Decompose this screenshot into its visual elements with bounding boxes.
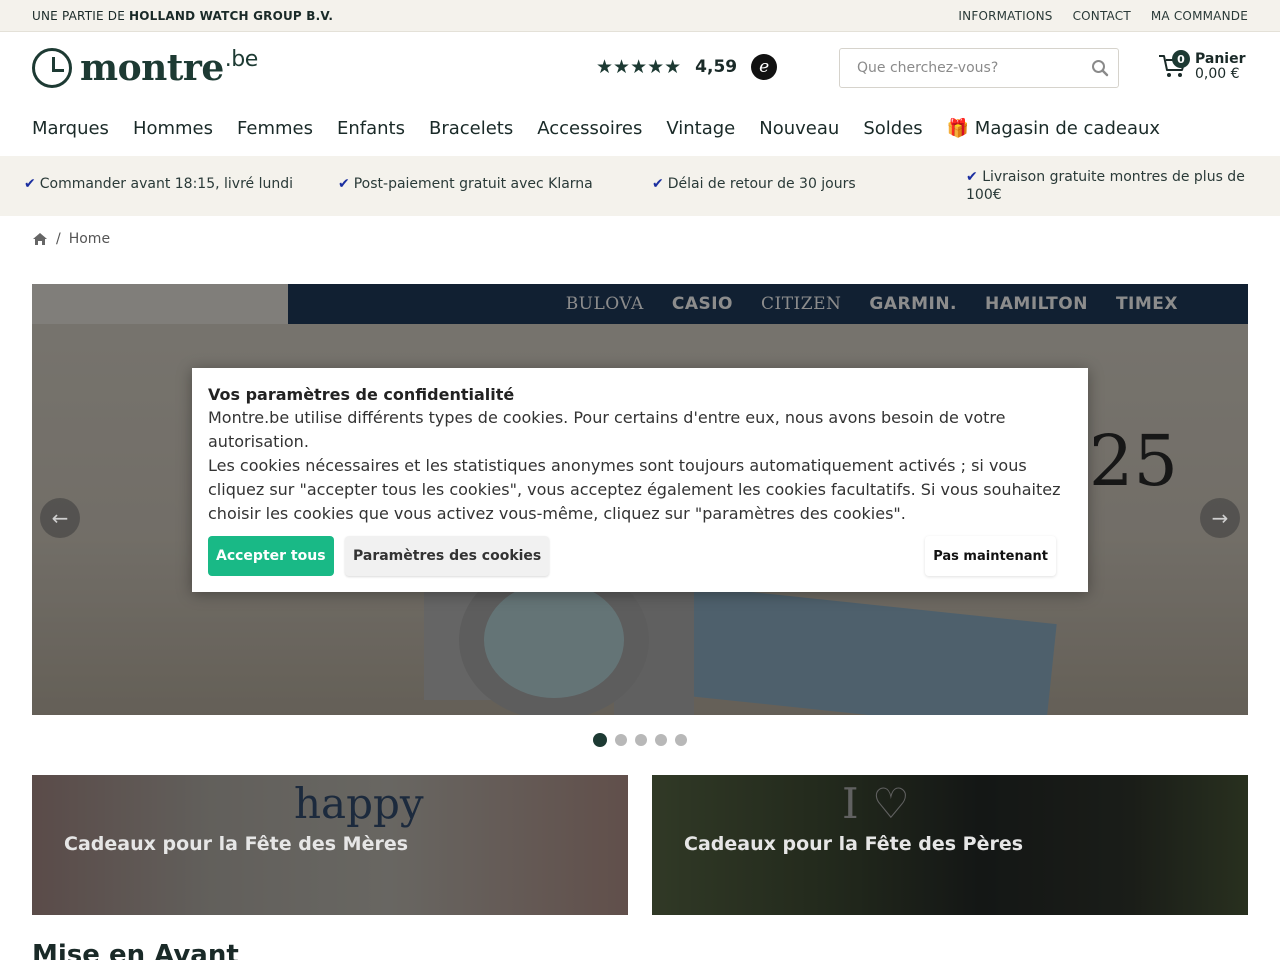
check-icon: ✔ xyxy=(966,169,978,185)
search-input[interactable] xyxy=(840,49,1080,87)
cookie-actions: Accepter tous Paramètres des cookies Pas… xyxy=(208,536,1072,576)
cart-button[interactable]: 0 Panier 0,00 € xyxy=(1158,50,1258,86)
not-now-button[interactable]: Pas maintenant xyxy=(925,536,1056,576)
search-box xyxy=(839,48,1119,88)
main-nav: Marques Hommes Femmes Enfants Bracelets … xyxy=(32,118,1160,139)
logo-suffix: .be xyxy=(224,47,259,72)
cookie-consent-dialog: Vos paramètres de confidentialité Montre… xyxy=(192,368,1088,592)
nav-item-new[interactable]: Nouveau xyxy=(759,118,839,139)
top-strip: UNE PARTIE DE HOLLAND WATCH GROUP B.V. I… xyxy=(0,0,1280,32)
group-notice: UNE PARTIE DE HOLLAND WATCH GROUP B.V. xyxy=(32,9,333,23)
breadcrumb: / Home xyxy=(32,231,110,247)
carousel-prev-button[interactable]: ← xyxy=(40,498,80,538)
cart-label: Panier xyxy=(1195,51,1246,67)
check-icon: ✔ xyxy=(652,176,664,192)
search-icon[interactable] xyxy=(1091,59,1109,77)
nav-item-men[interactable]: Hommes xyxy=(133,118,213,139)
breadcrumb-current: Home xyxy=(68,231,111,247)
top-link-contact[interactable]: CONTACT xyxy=(1073,9,1131,23)
carousel-dot[interactable] xyxy=(615,734,627,746)
rating-stars-icon: ★★★★★ xyxy=(596,56,682,78)
rating-value: 4,59 xyxy=(695,57,738,77)
usp-text: Livraison gratuite montres de plus de 10… xyxy=(966,169,1245,203)
check-icon: ✔ xyxy=(338,176,350,192)
usp-item: ✔ Post-paiement gratuit avec Klarna xyxy=(338,176,593,192)
promo-tile-fathers-day[interactable]: I ♡ Cadeaux pour la Fête des Pères xyxy=(652,775,1248,915)
carousel-dot[interactable] xyxy=(675,734,687,746)
usp-text: Post-paiement gratuit avec Klarna xyxy=(353,176,593,192)
carousel-dot[interactable] xyxy=(635,734,647,746)
accept-all-button[interactable]: Accepter tous xyxy=(208,536,334,576)
top-links: INFORMATIONS CONTACT MA COMMANDE xyxy=(958,9,1248,23)
cart-count-badge: 0 xyxy=(1172,50,1190,68)
usp-bar: ✔ Commander avant 18:15, livré lundi ✔ Pos… xyxy=(0,156,1280,216)
cookie-paragraph: Montre.be utilise différents types de co… xyxy=(208,408,1006,451)
logo-text: montre xyxy=(80,47,224,89)
cookie-title: Vos paramètres de confidentialité xyxy=(208,385,515,404)
promo-tile-label: Cadeaux pour la Fête des Pères xyxy=(684,833,1024,855)
nav-item-accessories[interactable]: Accessoires xyxy=(537,118,642,139)
usp-text: Commander avant 18:15, livré lundi xyxy=(39,176,293,192)
carousel-dot[interactable] xyxy=(593,733,607,747)
carousel-next-button[interactable]: → xyxy=(1200,498,1240,538)
nav-item-kids[interactable]: Enfants xyxy=(337,118,405,139)
usp-item: ✔ Livraison gratuite montres de plus de … xyxy=(966,168,1256,204)
usp-text: Délai de retour de 30 jours xyxy=(667,176,856,192)
trusted-shops-badge-icon: e xyxy=(751,54,778,80)
home-icon[interactable] xyxy=(32,232,48,246)
top-link-my-order[interactable]: MA COMMANDE xyxy=(1151,9,1248,23)
watch-logo-icon xyxy=(32,48,72,88)
group-prefix: UNE PARTIE DE xyxy=(32,9,130,23)
usp-item: ✔ Commander avant 18:15, livré lundi xyxy=(24,176,293,192)
breadcrumb-separator: / xyxy=(56,231,61,247)
nav-item-women[interactable]: Femmes xyxy=(237,118,313,139)
promo-tile-label: Cadeaux pour la Fête des Mères xyxy=(64,833,409,855)
nav-item-gift-shop[interactable]: 🎁 Magasin de cadeaux xyxy=(947,118,1160,139)
top-link-informations[interactable]: INFORMATIONS xyxy=(958,9,1052,23)
carousel-dots xyxy=(593,733,687,747)
check-icon: ✔ xyxy=(24,176,36,192)
section-title: Mise en Avant xyxy=(32,940,239,960)
cookie-paragraph: Les cookies nécessaires et les statistiq… xyxy=(208,456,1061,523)
nav-item-brands[interactable]: Marques xyxy=(32,118,109,139)
site-logo[interactable]: montre.be xyxy=(32,46,258,90)
carousel-dot[interactable] xyxy=(655,734,667,746)
nav-item-straps[interactable]: Bracelets xyxy=(429,118,513,139)
nav-item-sale[interactable]: Soldes xyxy=(863,118,922,139)
cart-total: 0,00 € xyxy=(1195,66,1240,82)
shop-rating[interactable]: ★★★★★ 4,59 e xyxy=(596,54,778,80)
group-company: HOLLAND WATCH GROUP B.V. xyxy=(129,9,334,23)
logo-wordmark: montre.be xyxy=(80,47,258,89)
promo-tile-mothers-day[interactable]: happy Cadeaux pour la Fête des Mères xyxy=(32,775,628,915)
cookie-settings-button[interactable]: Paramètres des cookies xyxy=(345,536,550,576)
nav-item-vintage[interactable]: Vintage xyxy=(666,118,735,139)
usp-item: ✔ Délai de retour de 30 jours xyxy=(652,176,856,192)
